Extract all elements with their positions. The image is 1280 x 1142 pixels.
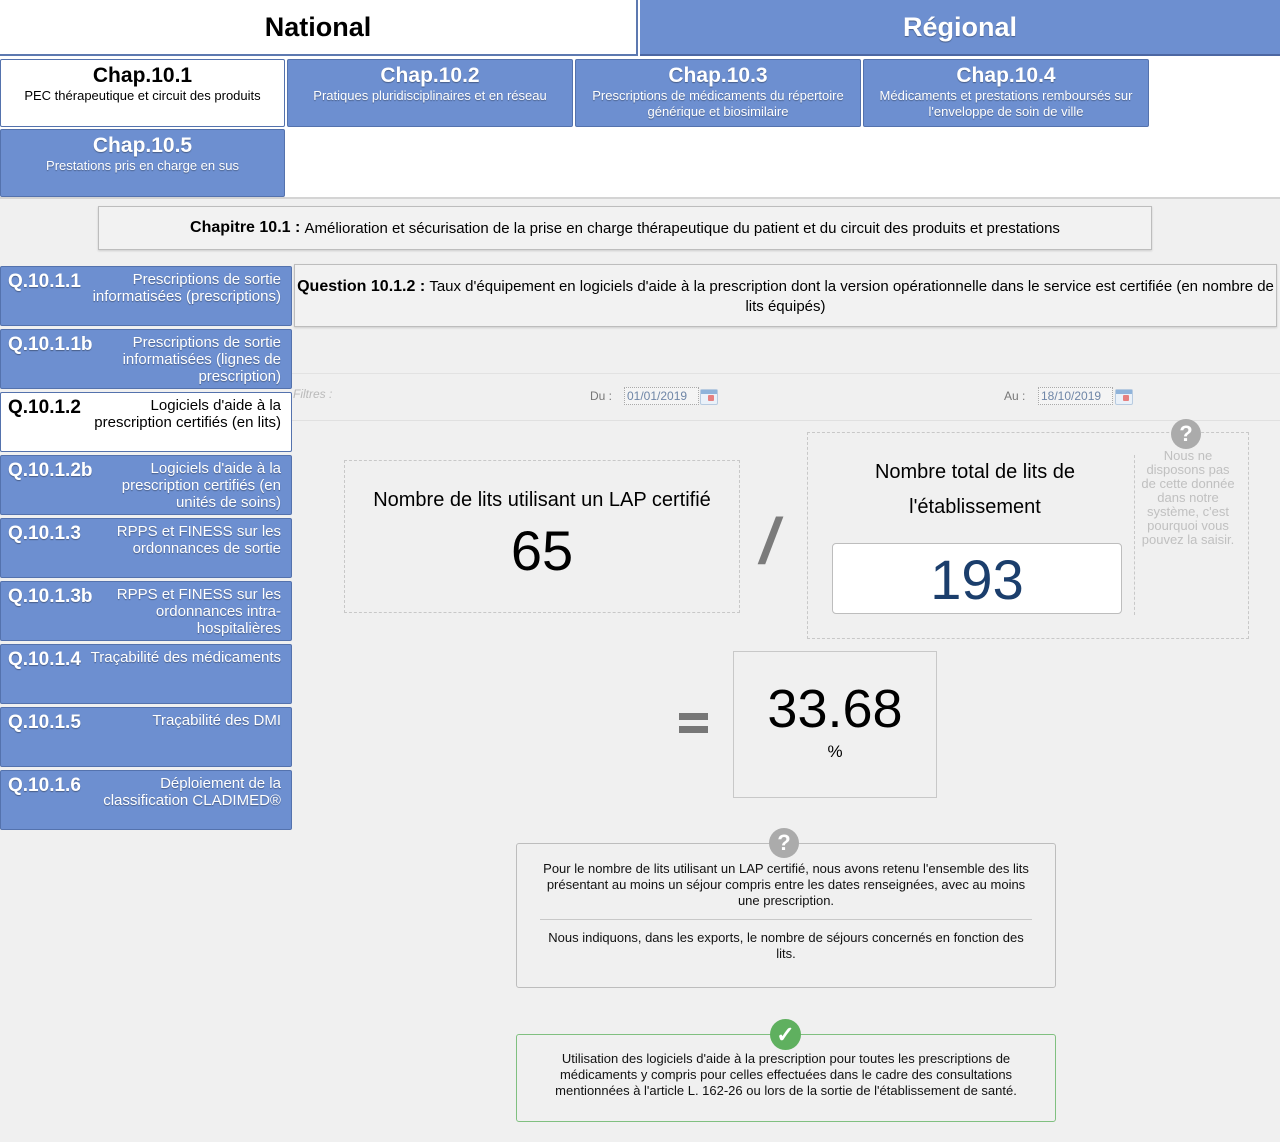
tab-regional-label: Régional: [902, 11, 1017, 42]
info-paragraph: Pour le nombre de lits utilisant un LAP …: [543, 861, 1029, 908]
info-paragraph: Nous indiquons, dans les exports, le nom…: [548, 930, 1024, 961]
date-from-input[interactable]: [624, 387, 699, 405]
chapter-tab-10-2[interactable]: Chap.10.2 Pratiques pluridisciplinaires …: [287, 59, 573, 127]
question-label: Prescriptions de sortie informatisées (p…: [92, 271, 281, 305]
question-label: Prescriptions de sortie informatisées (l…: [122, 334, 281, 385]
calendar-icon[interactable]: [700, 389, 718, 405]
chapter-label: Prestations pris en charge en sus: [46, 158, 239, 173]
sidebar-item-q-10-1-1[interactable]: Q.10.1.1 Prescriptions de sortie informa…: [0, 266, 292, 326]
question-label: RPPS et FINESS sur les ordonnances de so…: [116, 523, 281, 557]
numerator-box: Nombre de lits utilisant un LAP certifié…: [344, 460, 740, 613]
question-label: Logiciels d'aide à la prescription certi…: [94, 397, 281, 431]
numerator-value: 65: [510, 519, 574, 582]
chapter-code: Chap.10.4: [956, 64, 1056, 87]
chapter-tab-10-1[interactable]: Chap.10.1 PEC thérapeutique et circuit d…: [0, 59, 285, 127]
question-label: Traçabilité des DMI: [152, 712, 281, 729]
question-header-prefix: Question 10.1.2 :: [297, 278, 426, 295]
chapter-label: Pratiques pluridisciplinaires et en rése…: [313, 88, 547, 103]
denominator-input[interactable]: 193: [832, 543, 1122, 614]
chapter-tab-10-5[interactable]: Chap.10.5 Prestations pris en charge en …: [0, 129, 285, 197]
chapter-tab-10-4[interactable]: Chap.10.4 Médicaments et prestations rem…: [863, 59, 1149, 127]
result-value: 33.68: [767, 679, 903, 739]
info-box: Pour le nombre de lits utilisant un LAP …: [516, 843, 1056, 988]
question-header: Question 10.1.2 : Taux d'équipement en l…: [294, 264, 1277, 327]
chapter-tab-10-3[interactable]: Chap.10.3 Prescriptions de médicaments d…: [575, 59, 861, 127]
result-box: 33.68 %: [733, 651, 937, 798]
denominator-label: Nombre total de lits de l'établissement: [874, 461, 1076, 518]
chapter-code: Chap.10.3: [668, 64, 768, 87]
divide-symbol: /: [760, 505, 778, 577]
success-text: Utilisation des logiciels d'aide à la pr…: [555, 1051, 1017, 1098]
help-icon[interactable]: ?: [1171, 419, 1201, 449]
chapter-code: Chap.10.2: [380, 64, 480, 87]
date-to-input[interactable]: [1038, 387, 1113, 405]
calendar-icon[interactable]: [1115, 389, 1133, 405]
sidebar-item-q-10-1-3[interactable]: Q.10.1.3 RPPS et FINESS sur les ordonnan…: [0, 518, 292, 578]
content-area: Chapitre 10.1 : Amélioration et sécurisa…: [0, 197, 1280, 1142]
question-label: Déploiement de la classification CLADIME…: [103, 775, 281, 809]
tab-national-label: National: [264, 11, 372, 42]
info-divider: [540, 919, 1032, 920]
question-code: Q.10.1.4: [8, 649, 81, 670]
sidebar-item-q-10-1-1b[interactable]: Q.10.1.1b Prescriptions de sortie inform…: [0, 329, 292, 389]
chapter-code: Chap.10.5: [92, 134, 193, 157]
question-code: Q.10.1.3b: [8, 586, 93, 607]
chapter-header-prefix: Chapitre 10.1 :: [190, 219, 301, 236]
check-icon: ✓: [770, 1019, 801, 1050]
chapter-label: Prescriptions de médicaments du répertoi…: [592, 88, 844, 119]
date-from-label: Du :: [590, 389, 613, 403]
chapter-label: Médicaments et prestations remboursés su…: [879, 88, 1133, 119]
date-to-label: Au :: [1004, 389, 1026, 403]
question-label: Traçabilité des médicaments: [90, 649, 281, 666]
sidebar-item-q-10-1-3b[interactable]: Q.10.1.3b RPPS et FINESS sur les ordonna…: [0, 581, 292, 641]
equals-icon: [679, 713, 708, 739]
chapter-header: Chapitre 10.1 : Amélioration et sécurisa…: [98, 206, 1152, 250]
question-header-title: Taux d'équipement en logiciels d'aide à …: [429, 278, 1274, 315]
question-code: Q.10.1.3: [8, 523, 81, 544]
question-code: Q.10.1.6: [8, 775, 81, 796]
sidebar-item-q-10-1-4[interactable]: Q.10.1.4 Traçabilité des médicaments: [0, 644, 292, 704]
question-label: RPPS et FINESS sur les ordonnances intra…: [116, 586, 281, 637]
question-code: Q.10.1.1: [8, 271, 81, 292]
chapter-code: Chap.10.1: [92, 64, 193, 87]
chapter-label: PEC thérapeutique et circuit des produit…: [24, 88, 261, 103]
question-code: Q.10.1.5: [8, 712, 81, 733]
filters-label: Filtres :: [293, 387, 333, 401]
help-icon[interactable]: ?: [769, 828, 799, 858]
denominator-box: Nombre total de lits de l'établissement …: [807, 432, 1249, 639]
numerator-label: Nombre de lits utilisant un LAP certifié: [373, 489, 711, 511]
filters-bar: Filtres : Du : Au :: [292, 339, 1280, 421]
tab-regional[interactable]: Régional: [640, 0, 1280, 56]
sidebar-item-q-10-1-6[interactable]: Q.10.1.6 Déploiement de la classificatio…: [0, 770, 292, 830]
filters-divider: [292, 373, 1280, 374]
result-unit: %: [827, 742, 843, 761]
sidebar-item-q-10-1-2b[interactable]: Q.10.1.2b Logiciels d'aide à la prescrip…: [0, 455, 292, 515]
question-label: Logiciels d'aide à la prescription certi…: [121, 460, 281, 511]
question-code: Q.10.1.1b: [8, 334, 93, 355]
denominator-divider: [1134, 455, 1135, 615]
chapter-header-title: Amélioration et sécurisation de la prise…: [304, 219, 1060, 237]
sidebar-item-q-10-1-5[interactable]: Q.10.1.5 Traçabilité des DMI: [0, 707, 292, 767]
question-code: Q.10.1.2b: [8, 460, 93, 481]
sidebar-item-q-10-1-2[interactable]: Q.10.1.2 Logiciels d'aide à la prescript…: [0, 392, 292, 452]
question-code: Q.10.1.2: [8, 397, 81, 418]
denominator-note: Nous ne disposons pas de cette donnée da…: [1141, 448, 1235, 547]
tab-national[interactable]: National: [0, 0, 638, 56]
